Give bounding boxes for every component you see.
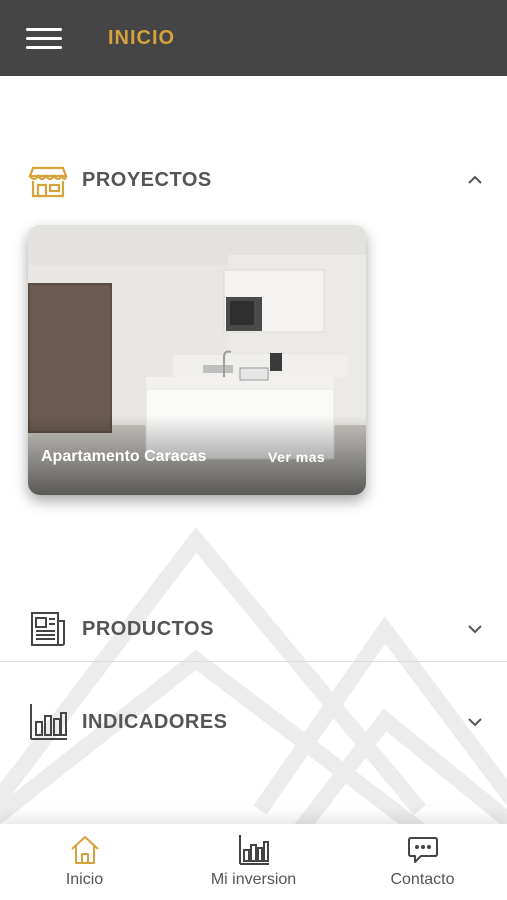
- section-label-proyectos: PROYECTOS: [82, 169, 212, 191]
- chevron-up-icon[interactable]: [466, 172, 484, 188]
- project-title: Apartamento Caracas: [41, 448, 207, 465]
- page-title: INICIO: [108, 27, 176, 49]
- tab-label-inicio: Inicio: [65, 871, 104, 888]
- bar-chart-icon: [239, 835, 269, 865]
- chat-bubble-icon: [408, 837, 438, 863]
- chevron-down-icon[interactable]: [466, 621, 484, 637]
- ver-mas-link[interactable]: Ver mas: [268, 449, 325, 465]
- bar-chart-icon: [30, 704, 67, 740]
- tab-contacto[interactable]: Contacto: [338, 824, 507, 900]
- section-label-productos: PRODUCTOS: [82, 618, 214, 640]
- home-icon: [71, 836, 99, 864]
- tab-inicio[interactable]: Inicio: [0, 824, 169, 900]
- tab-label-mi-inversion: Mi inversion: [210, 871, 297, 888]
- project-card[interactable]: Apartamento Caracas Ver mas: [28, 225, 366, 495]
- hamburger-menu-icon[interactable]: [26, 28, 62, 50]
- storefront-icon: [28, 166, 68, 198]
- tab-mi-inversion[interactable]: Mi inversion: [169, 824, 338, 900]
- bottom-navigation: Inicio Mi inversion Contacto: [0, 824, 507, 900]
- top-app-bar: INICIO: [0, 0, 507, 76]
- chevron-down-icon[interactable]: [466, 714, 484, 730]
- section-label-indicadores: INDICADORES: [82, 711, 228, 733]
- section-header-indicadores[interactable]: INDICADORES: [0, 692, 507, 752]
- section-header-proyectos[interactable]: PROYECTOS: [0, 150, 507, 210]
- background-watermark: [0, 527, 507, 830]
- section-divider: [0, 661, 507, 662]
- newspaper-icon: [31, 612, 65, 646]
- section-header-productos[interactable]: PRODUCTOS: [0, 599, 507, 659]
- tab-label-contacto: Contacto: [390, 871, 455, 888]
